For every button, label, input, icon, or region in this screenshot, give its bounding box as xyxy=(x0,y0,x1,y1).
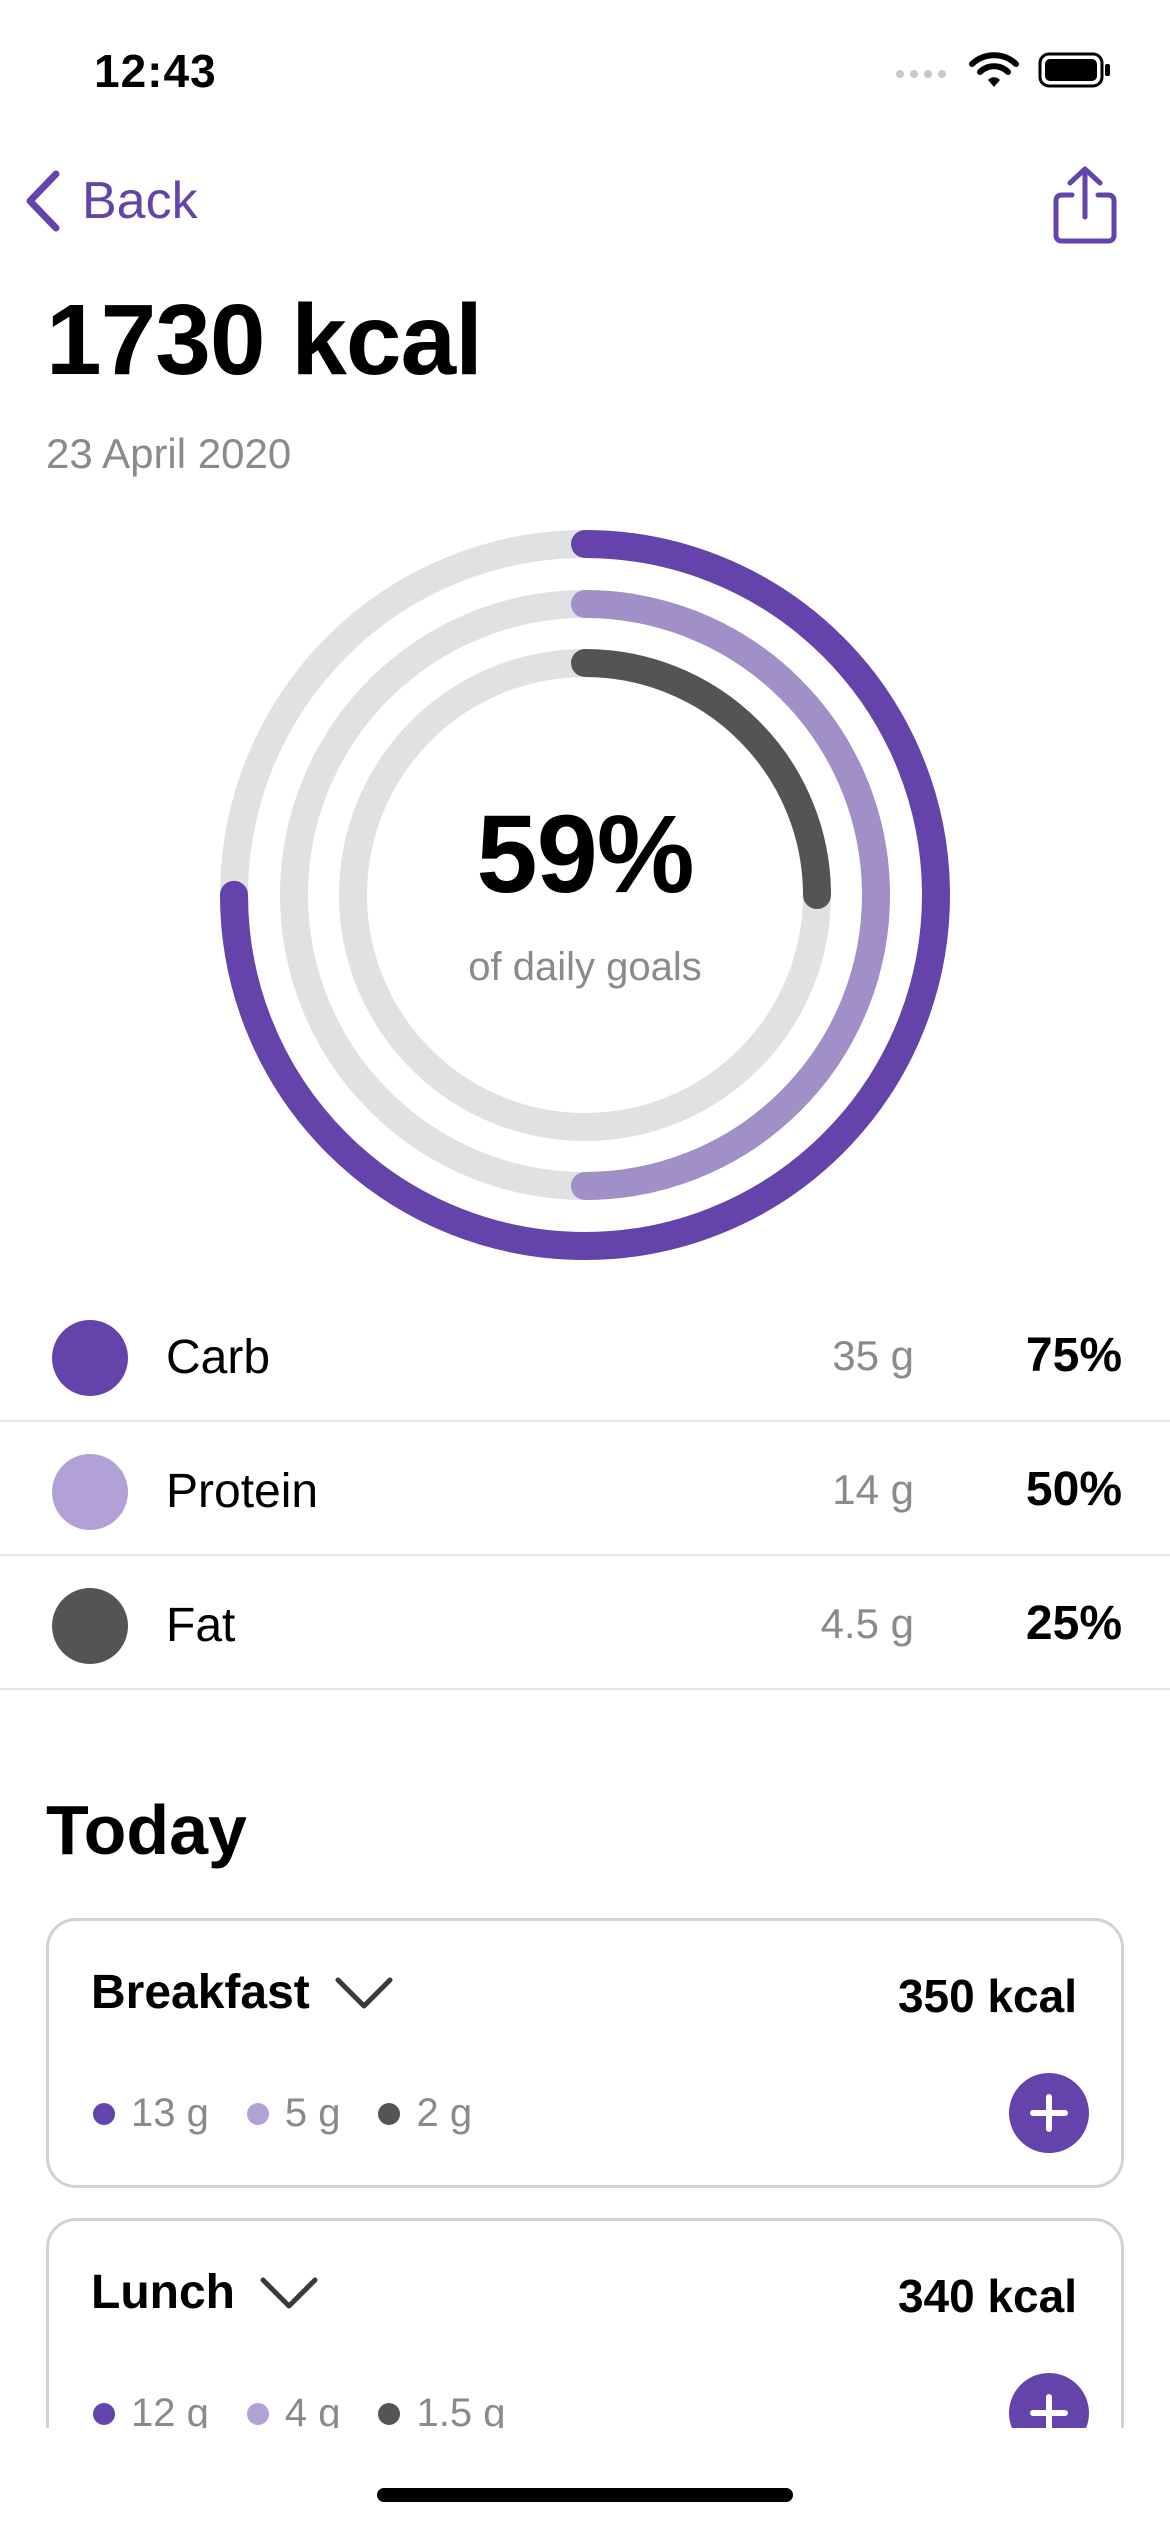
chevron-left-icon xyxy=(26,170,60,232)
protein-dot xyxy=(246,2402,269,2425)
meal-expand-toggle[interactable]: Breakfast xyxy=(91,1965,394,2020)
macro-grams: 35 g xyxy=(832,1332,914,1379)
scroll-content[interactable]: 12:43 Back 1730 kcal 23 April 2020 59% o… xyxy=(0,0,1170,2428)
macro-percent: 50% xyxy=(1025,1463,1122,1516)
fat-color-dot xyxy=(52,1588,128,1664)
wifi-icon xyxy=(969,52,1019,87)
macro-row-fat: Fat 4.5 g 25% xyxy=(0,1556,1170,1690)
meal-fat: 1.5 g xyxy=(416,2391,506,2428)
chevron-down-icon xyxy=(260,2277,318,2308)
status-time: 12:43 xyxy=(94,45,217,97)
date-label: 23 April 2020 xyxy=(46,430,292,477)
plus-icon xyxy=(1030,2394,1068,2428)
macro-row-protein: Protein 14 g 50% xyxy=(0,1422,1170,1556)
meal-carb: 13 g xyxy=(131,2091,209,2135)
macro-name: Carb xyxy=(166,1331,271,1384)
macro-percent: 25% xyxy=(1025,1597,1122,1650)
protein-dot xyxy=(246,2102,269,2125)
chevron-down-icon xyxy=(335,1977,393,2008)
meal-protein: 4 g xyxy=(284,2391,341,2428)
add-food-button[interactable] xyxy=(1009,2373,1089,2428)
macro-percent: 75% xyxy=(1025,1329,1122,1382)
meal-protein: 5 g xyxy=(284,2091,341,2135)
macro-name: Protein xyxy=(166,1465,319,1518)
daily-goal-caption: of daily goals xyxy=(468,945,702,989)
carb-color-dot xyxy=(52,1320,128,1396)
share-icon xyxy=(1053,166,1117,244)
home-indicator xyxy=(377,2488,793,2502)
meal-macro-summary: 13 g 5 g 2 g xyxy=(93,2091,510,2136)
meal-card-lunch: Lunch 340 kcal 12 g 4 g 1.5 g xyxy=(46,2218,1124,2428)
carb-dot xyxy=(93,2102,115,2125)
fat-dot xyxy=(378,2102,401,2125)
macro-row-carb: Carb 35 g 75% xyxy=(0,1288,1170,1422)
status-icons xyxy=(894,50,1112,90)
macro-grams: 14 g xyxy=(832,1466,914,1513)
macro-grams: 4.5 g xyxy=(820,1600,914,1647)
meal-card-breakfast: Breakfast 350 kcal 13 g 5 g 2 g xyxy=(46,1918,1124,2188)
meal-name: Lunch xyxy=(91,2266,235,2319)
macro-name: Fat xyxy=(166,1599,236,1652)
cellular-signal-icon xyxy=(896,70,946,78)
share-button[interactable] xyxy=(1050,165,1120,250)
daily-goal-percent: 59% xyxy=(476,793,694,916)
fat-dot xyxy=(378,2402,401,2425)
battery-icon xyxy=(1038,52,1110,88)
plus-icon xyxy=(1030,2094,1068,2132)
today-heading: Today xyxy=(46,1791,247,1869)
carb-dot xyxy=(93,2402,115,2425)
meal-name: Breakfast xyxy=(91,1966,310,2019)
back-label: Back xyxy=(82,172,198,230)
meal-kcal: 350 kcal xyxy=(897,1970,1077,2022)
page-title: 1730 kcal xyxy=(46,284,483,396)
meal-fat: 2 g xyxy=(416,2091,473,2135)
add-food-button[interactable] xyxy=(1009,2073,1089,2153)
protein-color-dot xyxy=(52,1454,128,1530)
meal-carb: 12 g xyxy=(131,2391,209,2428)
meal-macro-summary: 12 g 4 g 1.5 g xyxy=(93,2391,543,2428)
meal-kcal: 340 kcal xyxy=(897,2270,1077,2322)
meal-expand-toggle[interactable]: Lunch xyxy=(91,2265,319,2320)
back-button[interactable]: Back xyxy=(22,170,198,232)
